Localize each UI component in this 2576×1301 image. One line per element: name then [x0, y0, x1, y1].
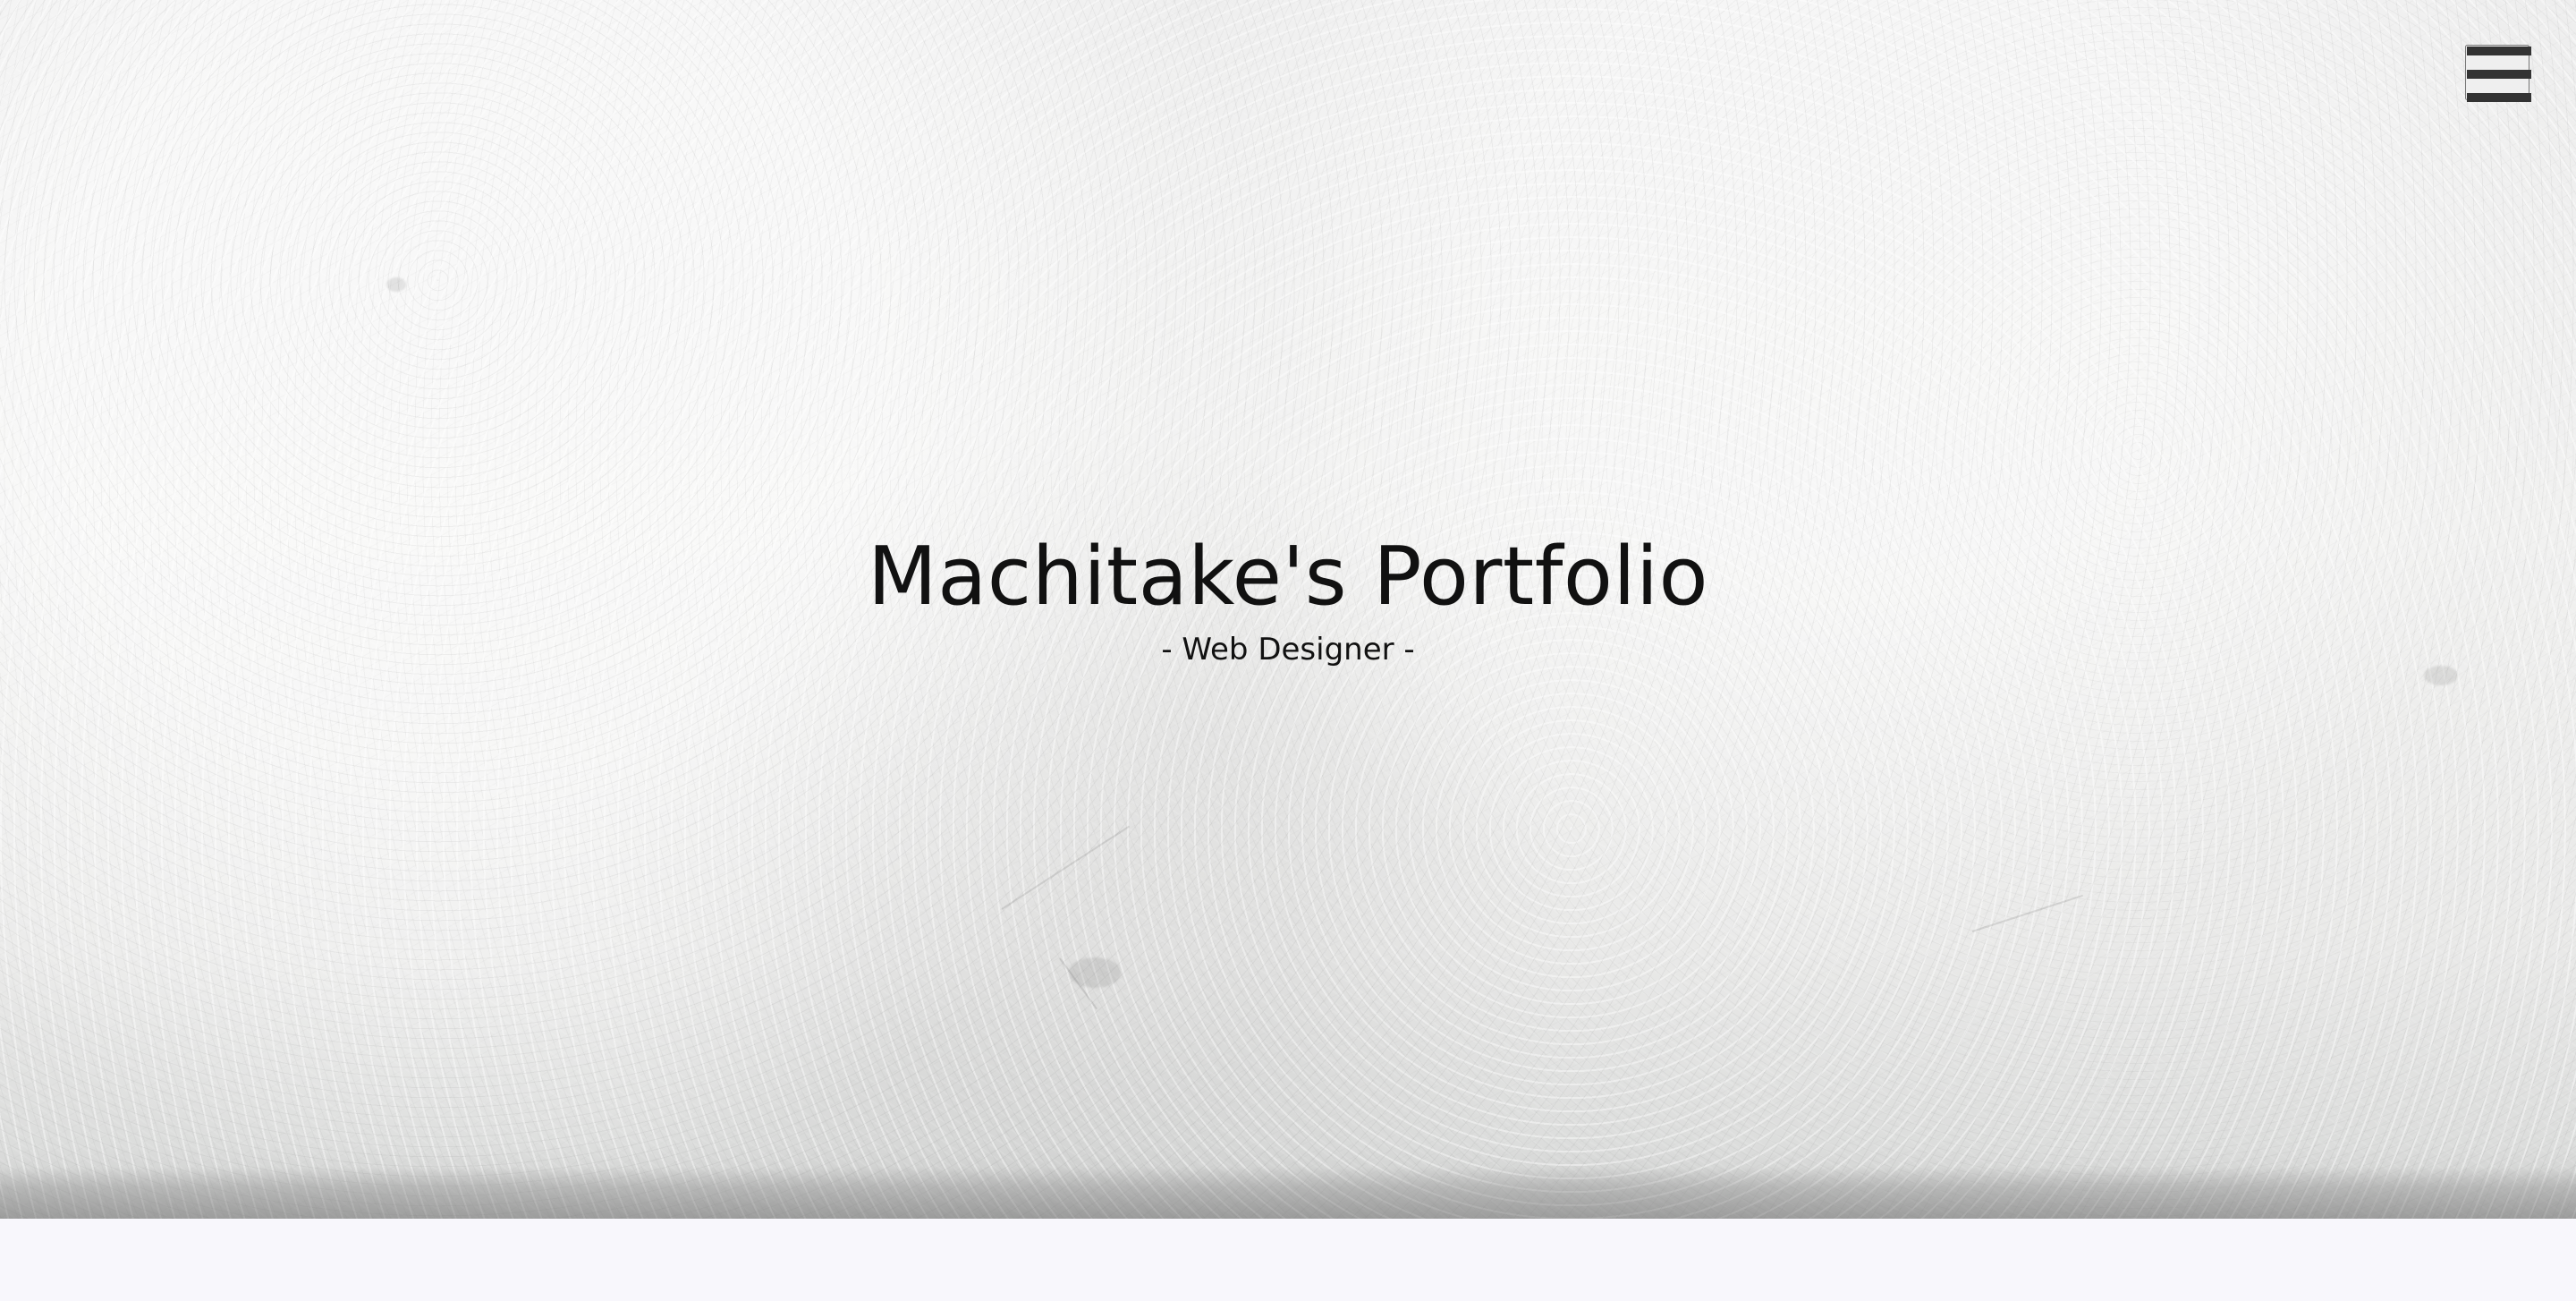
- menu-line: [2467, 93, 2531, 102]
- wall-spot: [386, 277, 406, 292]
- wall-crack: [1971, 894, 2083, 932]
- wall-crack: [1001, 825, 1131, 910]
- hero-title-group: Machitake's Portfolio - Web Designer -: [0, 528, 2576, 669]
- menu-line: [2467, 47, 2531, 55]
- site-subtitle: - Web Designer -: [1161, 632, 1415, 668]
- portfolio-page: Machitake's Portfolio - Web Designer -: [0, 0, 2576, 1301]
- wall-spot: [1069, 957, 1121, 988]
- menu-line: [2467, 70, 2531, 79]
- site-title: Machitake's Portfolio: [867, 530, 1709, 624]
- hamburger-menu-icon[interactable]: [2465, 45, 2531, 102]
- hero-background: Machitake's Portfolio - Web Designer -: [0, 0, 2576, 1219]
